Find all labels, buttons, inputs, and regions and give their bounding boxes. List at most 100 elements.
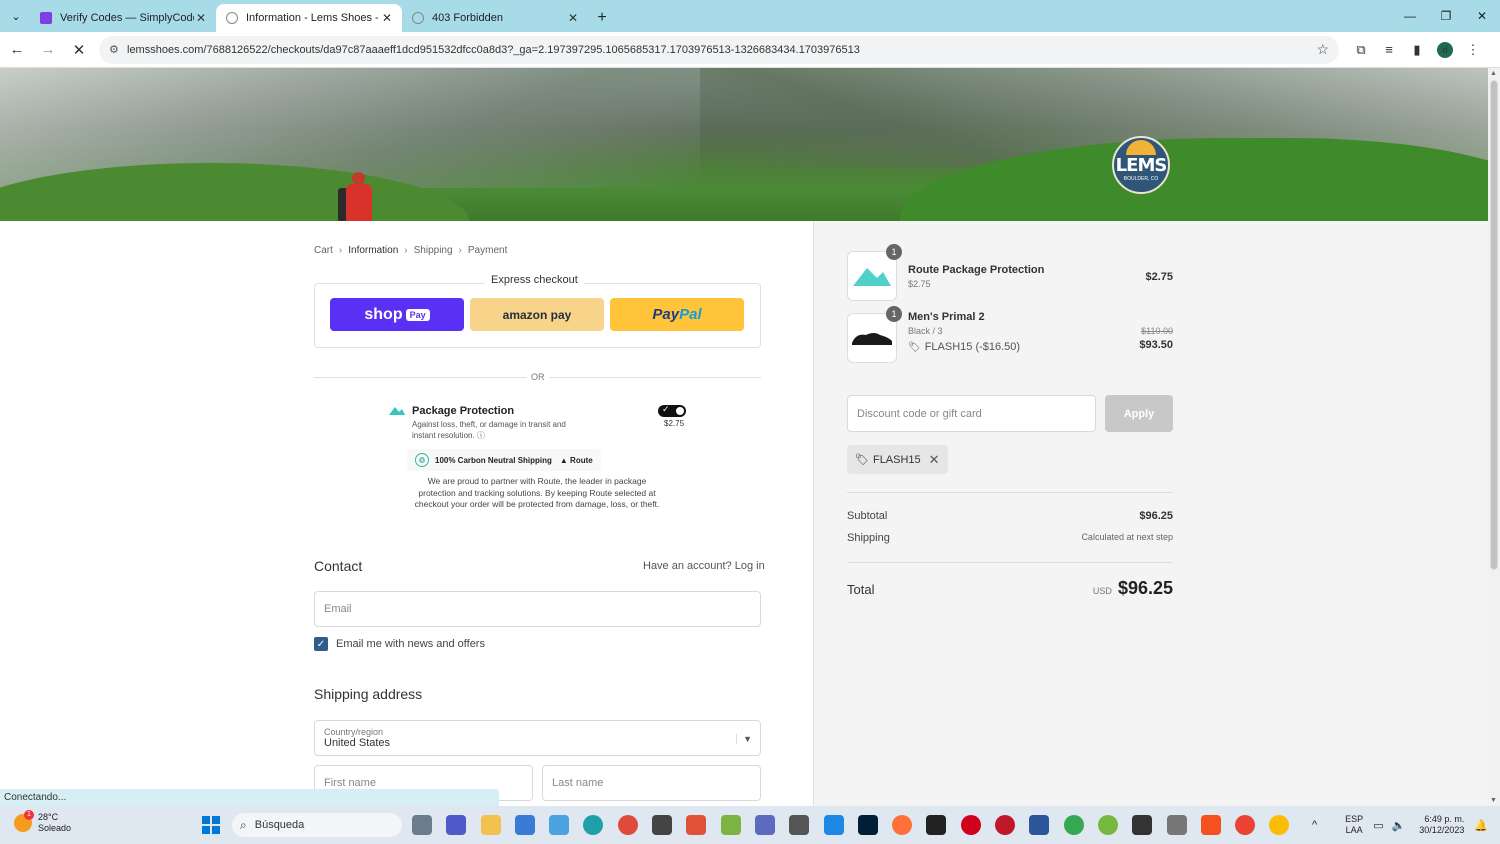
scroll-up-icon[interactable]: ▲ (1490, 70, 1497, 77)
close-tab-icon[interactable]: ✕ (380, 11, 394, 25)
stop-loading-icon[interactable]: ✕ (65, 36, 93, 64)
checkmark-icon: ✓ (662, 404, 670, 414)
file-explorer-icon[interactable] (480, 815, 501, 835)
amazon-pay-button[interactable]: amazon pay (470, 298, 604, 331)
package-protection-title: Package Protection (412, 405, 515, 417)
new-tab-button[interactable]: + (588, 4, 616, 32)
app-icon[interactable] (686, 815, 707, 835)
app-icon[interactable] (1132, 815, 1153, 835)
shop-label: shop (364, 305, 403, 323)
network-icon[interactable]: ▭ (1373, 819, 1383, 832)
taskbar-search[interactable]: ⌕ Búsqueda (232, 813, 402, 837)
email-field[interactable]: Email (314, 591, 761, 627)
media-controls-icon[interactable]: ≡ (1375, 42, 1403, 57)
newsletter-checkbox[interactable]: ✓ (314, 637, 328, 651)
firefox-icon[interactable] (892, 815, 913, 835)
utorrent-icon[interactable] (1097, 815, 1118, 835)
last-name-field[interactable]: Last name (542, 765, 761, 801)
app-icon[interactable] (926, 815, 947, 835)
browser-menu-icon[interactable]: ⋮ (1459, 42, 1487, 58)
app-icon[interactable] (1200, 815, 1221, 835)
url-text[interactable]: lemsshoes.com/7688126522/checkouts/da97c… (127, 44, 1316, 56)
browser-tab-bar: ⌄ Verify Codes — SimplyCodes ✕ Informati… (0, 0, 1500, 32)
browser-status-bar: Conectando... (0, 789, 499, 806)
language-indicator[interactable]: ESP LAA (1345, 814, 1363, 836)
weather-widget[interactable]: 1 28°C Soleado (14, 810, 71, 834)
close-window-icon[interactable]: ✕ (1464, 0, 1500, 32)
photos-icon[interactable] (549, 815, 570, 835)
country-label: Country/region (324, 727, 384, 737)
route-thumbnail: 1 (847, 244, 902, 301)
windows-start-icon[interactable] (202, 816, 220, 834)
forward-icon[interactable]: → (34, 36, 62, 64)
task-view-icon[interactable] (412, 815, 432, 835)
app-icon[interactable] (720, 815, 741, 835)
microphone-icon[interactable] (1166, 815, 1187, 835)
page-scrollbar[interactable]: ▲ ▼ (1488, 68, 1500, 806)
country-value: United States (324, 737, 391, 749)
chevron-up-icon[interactable]: ^ (1312, 819, 1317, 831)
opera-gx-icon[interactable] (995, 815, 1016, 835)
country-select[interactable]: Country/region United States ▼ (314, 720, 761, 756)
shop-pay-button[interactable]: shop Pay (330, 298, 464, 331)
bookmark-star-icon[interactable]: ☆ (1316, 41, 1329, 58)
address-bar[interactable]: ⚙ lemsshoes.com/7688126522/checkouts/da9… (99, 35, 1339, 64)
site-settings-icon[interactable]: ⚙ (109, 43, 127, 56)
quantity-badge: 1 (886, 244, 902, 260)
globe-favicon-icon (226, 12, 238, 24)
tab-simplycodes[interactable]: Verify Codes — SimplyCodes ✕ (30, 4, 216, 32)
word-icon[interactable] (1029, 815, 1050, 835)
hiker-figure (338, 172, 378, 221)
package-protection-toggle[interactable]: ✓ (658, 404, 686, 417)
chrome-icon[interactable] (1269, 815, 1290, 835)
login-link[interactable]: Log in (735, 560, 765, 572)
app-icon[interactable] (754, 815, 775, 835)
breadcrumb-cart[interactable]: Cart (314, 245, 333, 256)
email-placeholder: Email (324, 603, 352, 615)
back-icon[interactable]: ← (3, 36, 31, 64)
info-icon[interactable]: ⓘ (477, 431, 485, 440)
apply-button[interactable]: Apply (1105, 395, 1173, 432)
edge-icon[interactable] (583, 815, 604, 835)
chevron-right-icon: › (338, 245, 343, 256)
close-tab-icon[interactable]: ✕ (566, 11, 580, 25)
close-tab-icon[interactable]: ✕ (194, 11, 208, 25)
pinned-apps (412, 815, 1304, 835)
photoshop-icon[interactable] (857, 815, 878, 835)
lems-logo[interactable]: LEMS BOULDER, CO (1112, 136, 1170, 194)
minimize-icon[interactable]: — (1392, 0, 1428, 32)
extensions-icon[interactable]: ⧉ (1347, 42, 1375, 58)
tab-title: Verify Codes — SimplyCodes (60, 12, 194, 24)
contact-heading: Contact (314, 558, 363, 574)
shoe-icon (852, 333, 892, 345)
volume-icon[interactable]: 🔈 (1392, 819, 1406, 832)
side-panel-icon[interactable]: ▮ (1403, 42, 1431, 58)
package-protection-desc: Against loss, theft, or damage in transi… (412, 420, 566, 440)
app-icon[interactable] (652, 815, 673, 835)
tab-title: 403 Forbidden (432, 12, 503, 24)
chrome-icon[interactable] (617, 815, 638, 835)
chrome-icon[interactable] (1063, 815, 1084, 835)
paypal-button[interactable]: Pay Pal (610, 298, 744, 331)
store-icon[interactable] (514, 815, 535, 835)
opera-icon[interactable] (960, 815, 981, 835)
scroll-down-icon[interactable]: ▼ (1490, 797, 1497, 804)
notification-bell-icon[interactable]: 🔔 (1474, 819, 1488, 832)
search-icon: ⌕ (240, 817, 247, 832)
tab-search-icon[interactable]: ⌄ (2, 2, 30, 30)
teams-icon[interactable] (446, 815, 467, 835)
tab-403-forbidden[interactable]: 403 Forbidden ✕ (402, 4, 588, 32)
discount-code-input[interactable]: Discount code or gift card (847, 395, 1096, 432)
newsletter-label: Email me with news and offers (336, 638, 485, 650)
app-icon[interactable] (823, 815, 844, 835)
clock[interactable]: 6:49 p. m. 30/12/2023 (1419, 814, 1464, 836)
tab-lems-checkout[interactable]: Information - Lems Shoes - Che ✕ (216, 4, 402, 32)
newsletter-option[interactable]: ✓ Email me with news and offers (314, 637, 485, 651)
scrollbar-thumb[interactable] (1490, 80, 1498, 570)
restore-icon[interactable]: ❐ (1428, 0, 1464, 32)
breadcrumb-information: Information (348, 245, 399, 256)
chrome-icon[interactable] (1235, 815, 1256, 835)
remove-discount-icon[interactable]: ✕ (929, 452, 940, 468)
profile-avatar[interactable]: d (1437, 41, 1453, 58)
app-icon[interactable] (789, 815, 810, 835)
